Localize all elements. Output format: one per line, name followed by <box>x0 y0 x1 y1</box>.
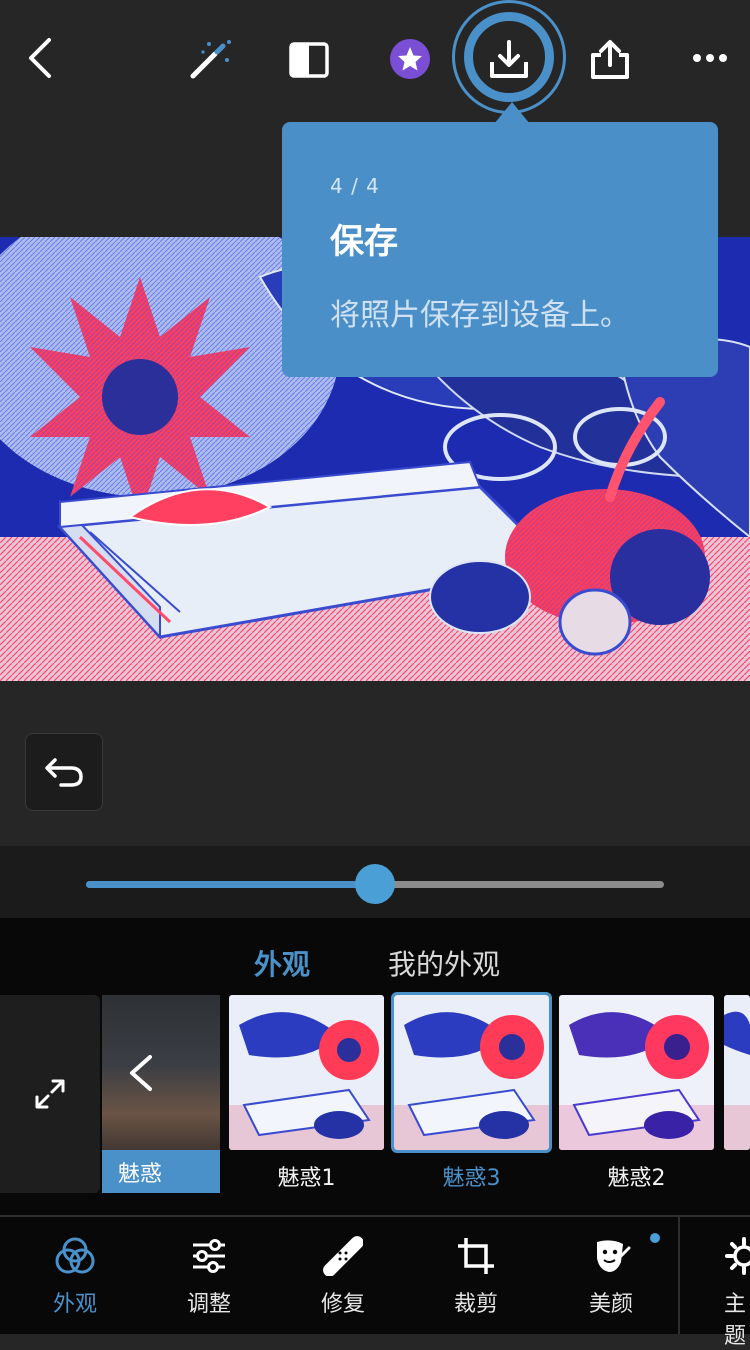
nav-label-beauty: 美颜 <box>588 1292 633 1317</box>
chevron-left-icon <box>130 1055 152 1091</box>
coachmark-tooltip[interactable]: 4 / 4 保存 将照片保存到设备上。 <box>282 122 718 377</box>
bandage-icon <box>323 1236 364 1277</box>
category-back-card[interactable]: 魅惑 <box>102 995 220 1193</box>
preset-thumb-4-partial[interactable] <box>724 995 750 1150</box>
preset-thumbnail-image <box>229 995 384 1150</box>
preset-thumb-1[interactable] <box>229 995 384 1150</box>
tab-my-looks[interactable]: 我的外观 <box>388 943 500 983</box>
premium-button[interactable] <box>388 37 432 81</box>
more-icon <box>693 54 727 62</box>
nav-item-adjust[interactable]: 调整 <box>154 1236 264 1318</box>
intensity-slider-fill <box>86 881 375 888</box>
save-button[interactable] <box>482 32 536 86</box>
intensity-slider-thumb[interactable] <box>355 864 395 904</box>
nav-item-looks[interactable]: 外观 <box>20 1236 130 1318</box>
preset-label-3: 魅惑2 <box>607 1166 666 1191</box>
auto-enhance-button[interactable] <box>184 33 236 85</box>
undo-button[interactable] <box>25 733 103 811</box>
nav-item-heal[interactable]: 修复 <box>288 1236 398 1318</box>
nav-divider <box>678 1216 680 1334</box>
nav-label-theme: 主题 <box>724 1292 747 1349</box>
gear-icon <box>725 1237 750 1275</box>
tooltip-title: 保存 <box>330 222 398 262</box>
nav-label-heal: 修复 <box>320 1292 365 1317</box>
tooltip-arrow <box>494 102 530 124</box>
preset-label-1: 魅惑1 <box>277 1166 336 1191</box>
expand-arrows-icon <box>35 1079 65 1109</box>
undo-icon <box>45 758 83 787</box>
nav-label-looks: 外观 <box>52 1292 97 1317</box>
tooltip-step: 4 / 4 <box>330 174 380 198</box>
compare-icon <box>289 42 329 78</box>
sliders-icon <box>193 1239 225 1273</box>
nav-item-crop[interactable]: 裁剪 <box>421 1236 531 1318</box>
tooltip-description: 将照片保存到设备上。 <box>330 298 630 333</box>
more-button[interactable] <box>688 40 732 76</box>
chevron-left-icon <box>29 38 51 78</box>
preset-thumb-3[interactable] <box>559 995 714 1150</box>
expand-button[interactable] <box>0 995 100 1193</box>
compare-button[interactable] <box>284 35 334 85</box>
nav-item-theme[interactable]: 主题 <box>690 1236 750 1350</box>
top-toolbar <box>0 0 750 120</box>
share-icon <box>591 40 629 79</box>
nav-label-crop: 裁剪 <box>453 1292 498 1317</box>
category-label: 魅惑 <box>102 1150 220 1193</box>
share-button[interactable] <box>585 34 635 84</box>
back-button[interactable] <box>15 30 65 86</box>
preset-label-2: 魅惑3 <box>442 1166 501 1191</box>
premium-star-icon <box>390 39 430 79</box>
preset-thumbnail-image <box>724 995 750 1150</box>
face-icon <box>597 1240 631 1272</box>
nav-label-adjust: 调整 <box>186 1292 231 1317</box>
magic-wand-icon <box>190 40 231 79</box>
tab-looks[interactable]: 外观 <box>254 943 310 983</box>
looks-icon <box>55 1237 95 1274</box>
nav-item-beauty[interactable]: 美颜 <box>556 1236 666 1318</box>
preset-thumb-2[interactable] <box>391 992 552 1153</box>
save-download-icon <box>490 40 528 78</box>
preset-thumbnail-image <box>394 995 549 1150</box>
new-badge-dot <box>650 1233 660 1243</box>
preset-thumbnail-image <box>559 995 714 1150</box>
crop-icon <box>458 1238 494 1274</box>
